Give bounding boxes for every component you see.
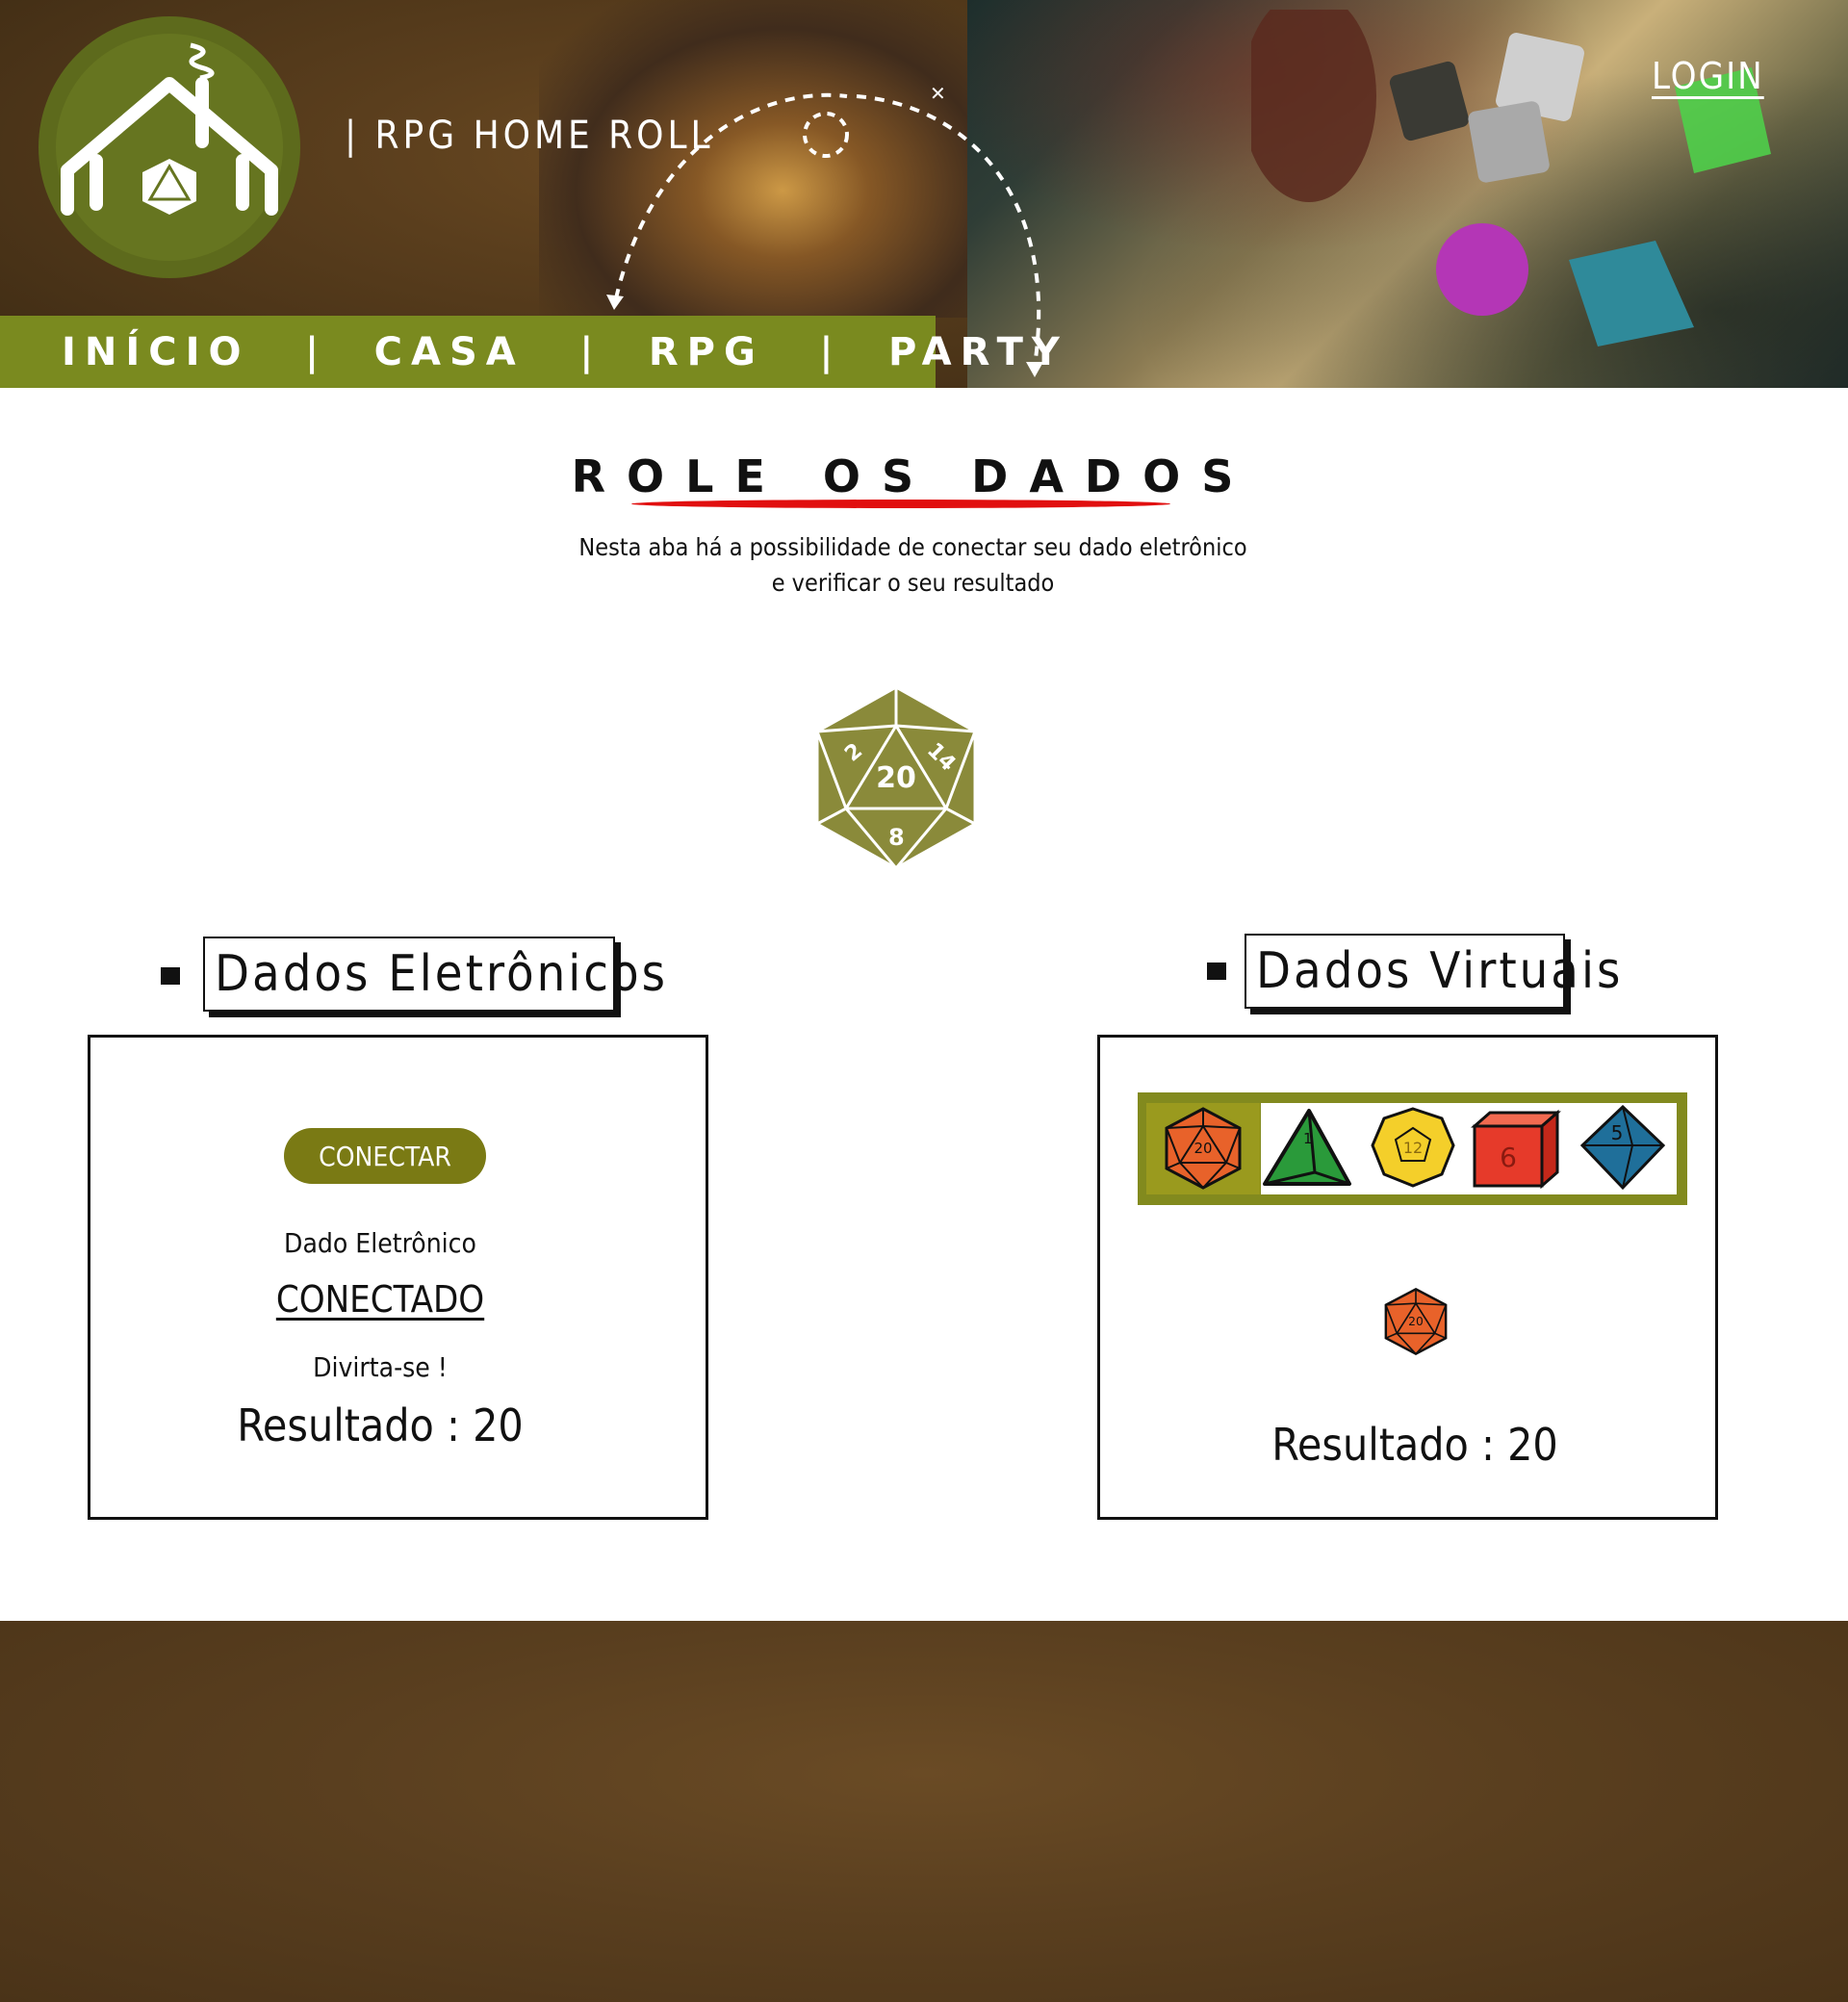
svg-text:✕: ✕ bbox=[930, 82, 946, 105]
nav-item-party[interactable]: PARTY bbox=[888, 330, 1068, 374]
svg-text:8: 8 bbox=[888, 824, 905, 851]
connection-status: CONECTADO bbox=[275, 1278, 485, 1321]
d4-die-button[interactable]: 1 bbox=[1259, 1105, 1355, 1192]
d6-face-number: 6 bbox=[1500, 1142, 1517, 1173]
page-description: Nesta aba há a possibilidade de conectar… bbox=[0, 529, 1826, 601]
connect-button[interactable]: CONECTAR bbox=[284, 1128, 486, 1184]
brand-name: | RPG HOME ROLL bbox=[345, 114, 714, 158]
d12-die-button[interactable]: 12 bbox=[1365, 1105, 1461, 1192]
section-title-virtual: Dados Virtuais bbox=[1245, 934, 1620, 1009]
main-nav: INÍCIO | CASA | RPG | PARTY bbox=[0, 316, 1060, 388]
d12-face-number: 12 bbox=[1403, 1139, 1423, 1157]
greeting-text: Divirta-se ! bbox=[313, 1351, 448, 1383]
nav-separator: | bbox=[305, 329, 319, 374]
d8-die-button[interactable]: 5 bbox=[1575, 1105, 1671, 1192]
section-bullet bbox=[1207, 962, 1226, 980]
site-footer bbox=[0, 1621, 1848, 2002]
section-title-electronic: Dados Eletrônicos bbox=[203, 937, 665, 1012]
rolled-die-number: 20 bbox=[1408, 1315, 1424, 1328]
d20-number: 20 bbox=[876, 761, 916, 795]
d6-die-button[interactable]: 6 bbox=[1467, 1105, 1563, 1192]
d20-icon: 20 2 14 8 bbox=[815, 685, 977, 871]
nav-item-inicio[interactable]: INÍCIO bbox=[62, 330, 249, 374]
description-line: e verificar o seu resultado bbox=[771, 569, 1055, 597]
house-d20-logo-icon[interactable] bbox=[38, 16, 300, 278]
nav-separator: | bbox=[819, 329, 833, 374]
site-header: ✕ | RPG HOME ROLL LOGIN INÍCIO | CASA | … bbox=[0, 0, 1848, 388]
nav-separator: | bbox=[579, 329, 593, 374]
page-title: ROLE OS DADOS bbox=[571, 450, 1255, 502]
d20-die-button[interactable]: 20 bbox=[1155, 1105, 1251, 1192]
d8-face-number: 5 bbox=[1611, 1121, 1624, 1144]
title-underline bbox=[631, 500, 1170, 508]
d4-face-number: 1 bbox=[1303, 1130, 1313, 1147]
nav-item-rpg[interactable]: RPG bbox=[649, 330, 764, 374]
description-line: Nesta aba há a possibilidade de conectar… bbox=[578, 533, 1247, 561]
d20-face-number: 20 bbox=[1194, 1140, 1212, 1157]
device-label: Dado Eletrônico bbox=[284, 1227, 476, 1259]
electronic-result: Resultado : 20 bbox=[237, 1399, 524, 1451]
virtual-result: Resultado : 20 bbox=[1271, 1419, 1558, 1471]
rolled-d20-icon: 20 bbox=[1384, 1287, 1448, 1356]
section-bullet bbox=[161, 967, 180, 985]
login-link[interactable]: LOGIN bbox=[1652, 55, 1764, 97]
nav-item-casa[interactable]: CASA bbox=[374, 330, 525, 374]
